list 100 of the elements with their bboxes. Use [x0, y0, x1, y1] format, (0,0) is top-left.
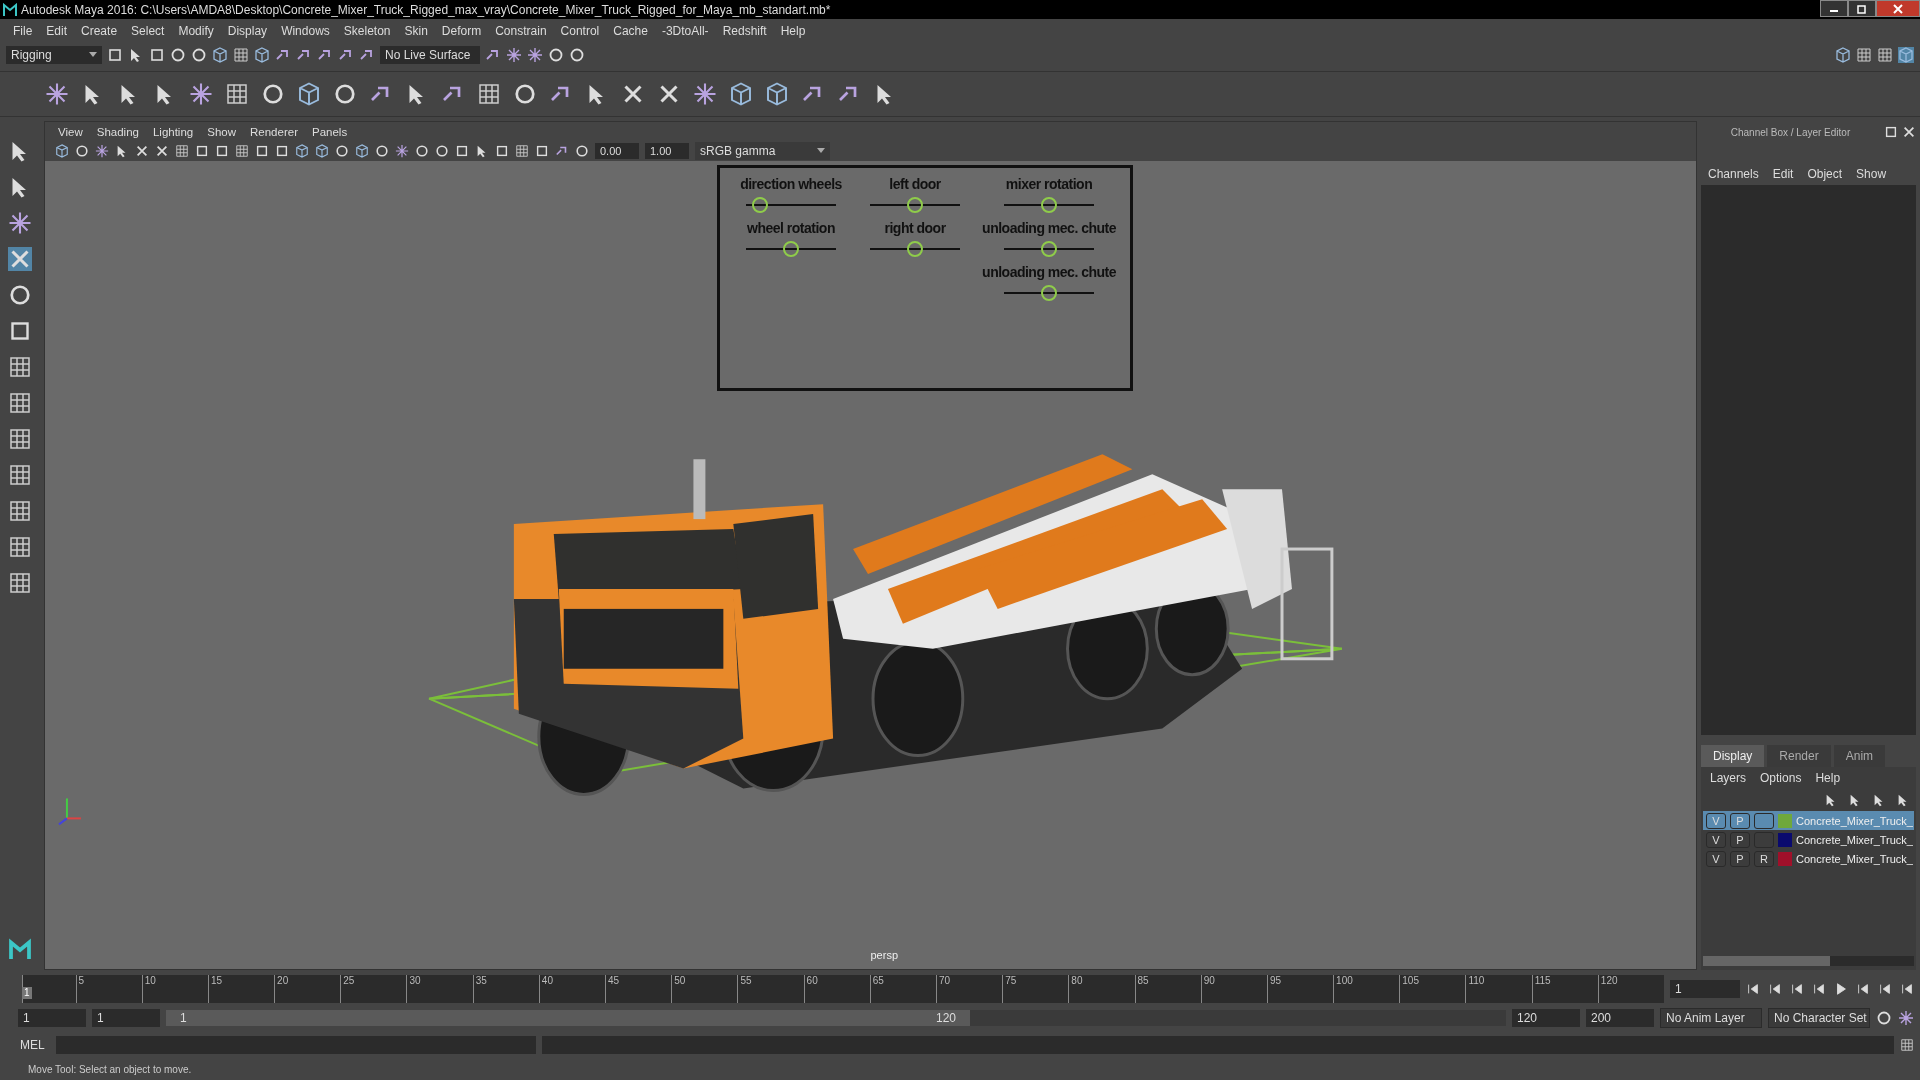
- caret-icon: [89, 52, 97, 58]
- playback-icon[interactable]: [1878, 982, 1892, 996]
- layer-toggle[interactable]: P: [1730, 831, 1750, 848]
- end-frame-field[interactable]: 200: [1586, 1009, 1654, 1027]
- menu-item[interactable]: Object: [1800, 167, 1850, 181]
- menu-item[interactable]: Panels: [304, 125, 355, 138]
- live-surface-field[interactable]: No Live Surface: [380, 46, 480, 64]
- playback-end-field[interactable]: 120: [1512, 1009, 1580, 1027]
- slider-handle[interactable]: [907, 197, 924, 213]
- slider-handle[interactable]: [907, 241, 924, 257]
- layer-toggle[interactable]: V: [1706, 850, 1726, 867]
- gamma-field[interactable]: 1.00: [645, 143, 689, 159]
- menu-item[interactable]: View: [51, 125, 90, 138]
- frame-label: 5: [78, 975, 85, 986]
- anim-layer-dropdown[interactable]: No Anim Layer: [1660, 1008, 1762, 1028]
- tab[interactable]: Render: [1767, 745, 1831, 767]
- layer-name: Concrete_Mixer_Truck_: [1796, 852, 1913, 865]
- command-input[interactable]: [56, 1036, 536, 1054]
- layer-name: Concrete_Mixer_Truck_: [1796, 833, 1913, 846]
- playback-icon[interactable]: [1900, 982, 1914, 996]
- menu-item[interactable]: Redshift: [715, 24, 774, 38]
- layer-toggle[interactable]: R: [1754, 850, 1774, 867]
- axis-indicator-icon: [57, 797, 82, 826]
- menu-set-dropdown[interactable]: Rigging: [6, 46, 102, 64]
- time-slider[interactable]: 1 5 10 15 20 25 30 35 40 45 50 55 60 65 70 75 80 85 90 95 100 105 110 115 120: [22, 975, 1664, 1003]
- playback-start-field[interactable]: 1: [92, 1009, 160, 1027]
- menu-item[interactable]: Skin: [397, 24, 435, 38]
- playback-icon[interactable]: [1790, 982, 1804, 996]
- character-set-dropdown[interactable]: No Character Set: [1768, 1008, 1870, 1028]
- frame-label: 120: [1600, 975, 1618, 986]
- close-button[interactable]: [1876, 0, 1920, 17]
- menu-item[interactable]: Skeleton: [336, 24, 398, 38]
- start-frame-field[interactable]: 1: [18, 1009, 86, 1027]
- menu-item[interactable]: Display: [220, 24, 275, 38]
- control-label: unloading mec. chute: [982, 220, 1116, 236]
- menu-item[interactable]: Channels: [1701, 167, 1766, 181]
- playback-icon[interactable]: [1768, 982, 1782, 996]
- frame-label: 30: [409, 975, 421, 986]
- menu-item[interactable]: Edit: [1765, 167, 1801, 181]
- layer-toggle[interactable]: V: [1706, 831, 1726, 848]
- menu-item[interactable]: Constrain: [488, 24, 554, 38]
- playback-icon[interactable]: [1812, 982, 1826, 996]
- menu-item[interactable]: Create: [74, 24, 125, 38]
- command-language-label[interactable]: MEL: [20, 1038, 50, 1052]
- menu-item[interactable]: Help: [773, 24, 813, 38]
- frame-label: 45: [608, 975, 620, 986]
- color-space-dropdown[interactable]: sRGB gamma: [695, 142, 830, 160]
- layer-toggle[interactable]: P: [1730, 850, 1750, 867]
- maximize-button[interactable]: [1848, 0, 1876, 17]
- slider-handle[interactable]: [1041, 241, 1058, 257]
- layer-color-swatch[interactable]: [1778, 813, 1792, 828]
- menu-item[interactable]: Edit: [39, 24, 75, 38]
- control-label: left door: [889, 176, 941, 192]
- frame-label: 35: [475, 975, 487, 986]
- layer-row[interactable]: V P R Concrete_Mixer_Truck_: [1703, 849, 1914, 868]
- playback-icon[interactable]: [1856, 982, 1870, 996]
- maximize-icon: [1857, 3, 1867, 14]
- menu-item[interactable]: Help: [1808, 771, 1848, 785]
- frame-label: 40: [541, 975, 553, 986]
- slider-handle[interactable]: [1041, 285, 1058, 301]
- current-frame-field[interactable]: 1: [1670, 980, 1740, 998]
- layer-toggle[interactable]: [1754, 812, 1774, 829]
- menu-item[interactable]: Windows: [274, 24, 337, 38]
- menu-item[interactable]: Lighting: [145, 125, 201, 138]
- menu-item[interactable]: Modify: [171, 24, 221, 38]
- tab[interactable]: Anim: [1833, 745, 1886, 767]
- menu-item[interactable]: Show: [200, 125, 243, 138]
- menu-item[interactable]: Options: [1753, 771, 1809, 785]
- frame-label: 100: [1336, 975, 1353, 986]
- layer-color-swatch[interactable]: [1778, 851, 1792, 866]
- layer-color-swatch[interactable]: [1778, 832, 1792, 847]
- control-label: wheel rotation: [747, 220, 835, 236]
- exposure-field[interactable]: 0.00: [595, 143, 639, 159]
- control-label: mixer rotation: [1005, 176, 1093, 192]
- current-frame-marker[interactable]: 1: [22, 987, 32, 999]
- layer-row[interactable]: V P Concrete_Mixer_Truck_: [1703, 830, 1914, 849]
- scrollbar[interactable]: [1703, 956, 1914, 966]
- layer-toggle[interactable]: [1754, 831, 1774, 848]
- range-slider[interactable]: 1 120: [166, 1010, 970, 1026]
- control-label: direction wheels: [740, 176, 842, 192]
- menu-item[interactable]: Control: [553, 24, 607, 38]
- frame-label: 80: [1071, 975, 1083, 986]
- menu-item[interactable]: Renderer: [243, 125, 305, 138]
- slider-handle[interactable]: [751, 197, 768, 213]
- playback-icon[interactable]: [1746, 982, 1760, 996]
- frame-label: 50: [674, 975, 686, 986]
- tab[interactable]: Display: [1701, 745, 1765, 767]
- menu-item[interactable]: Shading: [89, 125, 146, 138]
- frame-label: 115: [1534, 975, 1551, 986]
- slider-handle[interactable]: [783, 241, 799, 257]
- playback-icon[interactable]: [1834, 982, 1848, 996]
- menu-item[interactable]: Cache: [606, 24, 655, 38]
- menu-item[interactable]: Select: [124, 24, 172, 38]
- menu-item[interactable]: Show: [1849, 167, 1894, 181]
- menu-item[interactable]: File: [6, 24, 40, 38]
- menu-item[interactable]: -3DtoAll-: [654, 24, 716, 38]
- menu-item[interactable]: Deform: [434, 24, 489, 38]
- slider-handle[interactable]: [1041, 197, 1058, 213]
- minimize-button[interactable]: [1820, 0, 1848, 17]
- menu-item[interactable]: Layers: [1703, 771, 1754, 785]
